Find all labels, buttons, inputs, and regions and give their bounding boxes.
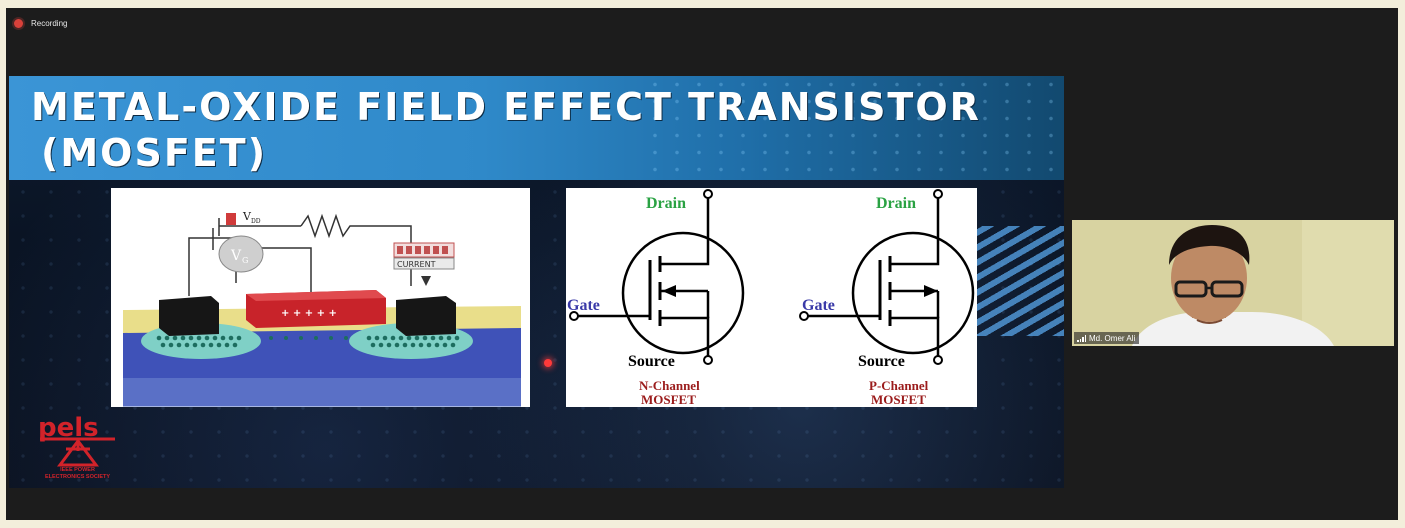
drain-terminal	[396, 296, 456, 336]
p-source-label: Source	[858, 353, 905, 370]
p-channel-symbol: Drain Gate Source P-Channel MOSFET	[799, 189, 975, 407]
recording-dot-icon	[14, 18, 23, 28]
n-drain-label: Drain	[646, 195, 686, 212]
participant-name: Md. Omer Ali	[1089, 333, 1136, 343]
slide-header: METAL-OXIDE FIELD EFFECT TRANSISTOR (MOS…	[9, 76, 1064, 180]
participant-video-feed	[1072, 220, 1394, 346]
laser-pointer-dot	[544, 359, 552, 367]
p-gate-label: Gate	[802, 297, 835, 314]
vg-subscript: G	[242, 256, 248, 265]
decorative-stripes	[974, 226, 1064, 336]
recording-label: Recording	[31, 18, 68, 28]
vdd-subscript: DD	[251, 218, 261, 225]
gate-charges: + + + + +	[281, 308, 337, 319]
n-gate-label: Gate	[567, 297, 600, 314]
p-caption-line1: P-Channel	[869, 378, 929, 393]
slide-title-line2: (MOSFET)	[41, 131, 268, 175]
source-terminal	[159, 296, 219, 336]
participant-video-tile[interactable]: Md. Omer Ali	[1072, 220, 1394, 346]
pels-logo: pels IEEE POWER ELECTRONICS SOCIETY	[30, 409, 125, 484]
recording-indicator[interactable]: Recording	[14, 16, 67, 30]
shared-screen-slide: METAL-OXIDE FIELD EFFECT TRANSISTOR (MOS…	[9, 76, 1064, 488]
n-source-label: Source	[628, 353, 675, 370]
logo-subtitle-line1: IEEE POWER	[60, 467, 95, 473]
n-caption-line1: N-Channel	[639, 378, 700, 393]
signal-bars-icon	[1077, 334, 1086, 342]
slide-title: METAL-OXIDE FIELD EFFECT TRANSISTOR (MOS…	[31, 84, 981, 176]
current-arrow-icon	[421, 276, 431, 286]
logo-subtitle-line2: ELECTRONICS SOCIETY	[44, 474, 111, 480]
participant-name-bar: Md. Omer Ali	[1074, 332, 1140, 344]
n-channel-arrow-icon	[662, 285, 676, 297]
meeting-window: Recording METAL-OXIDE FIELD EFFECT TRANS…	[6, 8, 1398, 520]
mosfet-symbols-figure: Drain Gate Source N-Channel MOSFET Drain…	[566, 188, 977, 407]
p-caption-line2: MOSFET	[871, 392, 926, 407]
vg-label: V	[230, 248, 242, 264]
n-channel-symbol: Drain Gate Source N-Channel MOSFET	[567, 189, 745, 407]
p-drain-label: Drain	[876, 195, 916, 212]
p-channel-arrow-icon	[924, 285, 938, 297]
mosfet-structure-figure: + + + + + V G V DD CURRENT	[111, 188, 530, 407]
n-caption-line2: MOSFET	[641, 392, 696, 407]
slide-title-line1: METAL-OXIDE FIELD EFFECT TRANSISTOR	[31, 85, 981, 129]
current-label: CURRENT	[397, 260, 436, 269]
